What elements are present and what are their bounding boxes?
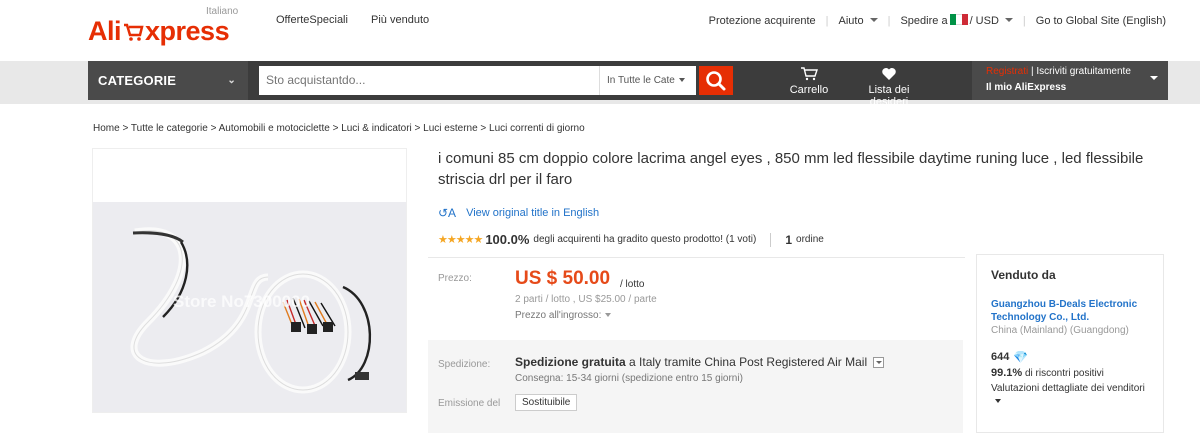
ship-to-menu[interactable]: Spedire a / USD [900,14,1013,27]
cart-icon [801,67,818,81]
product-image[interactable]: Store No7300000 [93,202,406,412]
currency-label: / USD [969,15,999,27]
shipping-label: Spedizione: [438,359,491,370]
chevron-down-icon [1004,18,1013,22]
account-menu[interactable]: Registrati | Iscriviti gratuitamente Il … [972,61,1168,100]
divider [428,257,965,258]
divider [770,232,772,247]
chevron-down-icon [995,399,1001,403]
rating-stars-icon[interactable]: ★★★★★ [438,233,483,246]
search-icon [706,71,726,91]
global-site-link[interactable]: Go to Global Site (English) [1036,15,1166,27]
cart-button[interactable]: Carrello [784,67,834,96]
translate-icon: ↺A [438,206,457,220]
diamond-icon: 💎 [1013,350,1029,364]
divider: | [887,14,891,27]
rating-summary: ★★★★★ 100.0% degli acquirenti ha gradito… [438,232,824,247]
search-category-label: In Tutte le Cate [607,75,675,86]
replaceable-option[interactable]: Sostituibile [515,394,578,411]
positive-text: di riscontri positivi [1024,368,1104,379]
rating-text[interactable]: degli acquirenti ha gradito questo prodo… [533,234,756,245]
seller-score-value: 644 [991,351,1010,363]
heart-icon [882,68,896,80]
help-label: Aiuto [838,14,864,27]
seller-name-link[interactable]: Guangzhou B-Deals Electronic Technology … [991,298,1149,324]
seller-ratings-toggle[interactable]: Valutazioni dettagliate dei venditori [991,382,1149,408]
seller-ratings-label: Valutazioni dettagliate dei venditori [991,383,1145,394]
ship-to-label: Spedire a [900,15,948,27]
seller-positive-feedback: 99.1% di riscontri positivi [991,367,1149,379]
chevron-down-icon [678,78,685,82]
chevron-down-icon: ⌄ [227,75,236,86]
product-gallery[interactable]: Store No7300000 [92,148,407,413]
led-strip-photo: Store No7300000 [93,202,406,412]
shipping-dropdown-icon[interactable] [873,357,885,368]
seller-panel: Venduto da Guangzhou B-Deals Electronic … [976,254,1164,433]
my-aliexpress-link[interactable]: Il mio AliExpress [986,82,1154,93]
price-label: Prezzo: [438,273,472,284]
emission-label: Emissione del [438,398,501,409]
wholesale-price-toggle[interactable]: Prezzo all'ingrosso: [515,310,612,321]
wishlist-label: Lista dei desideri [868,84,910,108]
nav-bar: CATEGORIE ⌄ In Tutte le Cate Carrello Li… [88,61,1168,108]
bulk-info: 2 parti / lotto , US $25.00 / parte [515,294,657,305]
top-links-right: Protezione acquirente | Aiuto | Spedire … [709,14,1166,27]
free-shipping-label: Spedizione gratuita [515,355,626,369]
special-offers-link[interactable]: OfferteSpeciali [276,14,348,26]
rating-percent: 100.0% [485,232,530,247]
delivery-estimate: Consegna: 15-34 giorni (spedizione entro… [515,373,743,384]
price-value: US $ 50.00 [515,268,611,289]
italy-flag-icon [949,14,968,25]
best-selling-link[interactable]: Più venduto [371,14,429,26]
breadcrumb[interactable]: Home > Tutte le categorie > Automobili e… [93,123,585,134]
help-menu[interactable]: Aiuto [839,15,878,27]
nav-wrapper: CATEGORIE ⌄ In Tutte le Cate Carrello Li… [0,61,1200,108]
orders-label: ordine [796,234,824,245]
categories-button[interactable]: CATEGORIE ⌄ [88,61,248,100]
search-button[interactable] [699,66,733,95]
locale-label: Italiano [206,6,239,17]
search-category-select[interactable]: In Tutte le Cate [599,66,696,95]
search-input[interactable] [259,66,599,95]
watermark-text: Store No7300000 [173,292,310,311]
register-link[interactable]: Registrati [986,66,1028,77]
chevron-down-icon [869,17,878,22]
view-original-label: View original title in English [466,207,600,219]
shipping-method: Spedizione gratuita a Italy tramite Chin… [515,355,885,369]
top-links-left: OfferteSpeciali Più venduto [276,14,449,26]
wholesale-label: Prezzo all'ingrosso: [515,310,602,321]
divider: | [1022,14,1026,27]
chevron-down-icon [1150,76,1158,80]
wishlist-button[interactable]: Lista dei desideri [848,67,930,108]
shipping-destination: a Italy tramite China Post Registered Ai… [629,355,868,369]
cart-logo-icon [124,23,144,41]
orders-count: 1 [785,232,793,247]
shipping-box: Spedizione: Spedizione gratuita a Italy … [428,340,963,433]
price-unit: / lotto [620,279,645,290]
seller-score: 644 💎 [991,350,1149,364]
positive-percent: 99.1% [991,367,1023,379]
chevron-down-icon [605,313,612,317]
logo-text: Ali xpress [88,16,230,46]
buyer-protection-link[interactable]: Protezione acquirente [709,15,816,27]
divider: | [825,14,829,27]
view-original-title-link[interactable]: ↺A View original title in English [438,206,599,220]
cart-label: Carrello [789,84,829,96]
seller-location: China (Mainland) (Guangdong) [991,325,1129,336]
signin-link[interactable]: | Iscriviti gratuitamente [1031,66,1131,77]
top-bar: Ali xpress Italiano OfferteSpeciali Più v… [0,0,1200,61]
aliexpress-logo[interactable]: Ali xpress Italiano [88,6,248,50]
categories-label: CATEGORIE [98,73,177,88]
product-title: i comuni 85 cm doppio colore lacrima ang… [438,150,1144,188]
seller-heading: Venduto da [991,268,1056,282]
